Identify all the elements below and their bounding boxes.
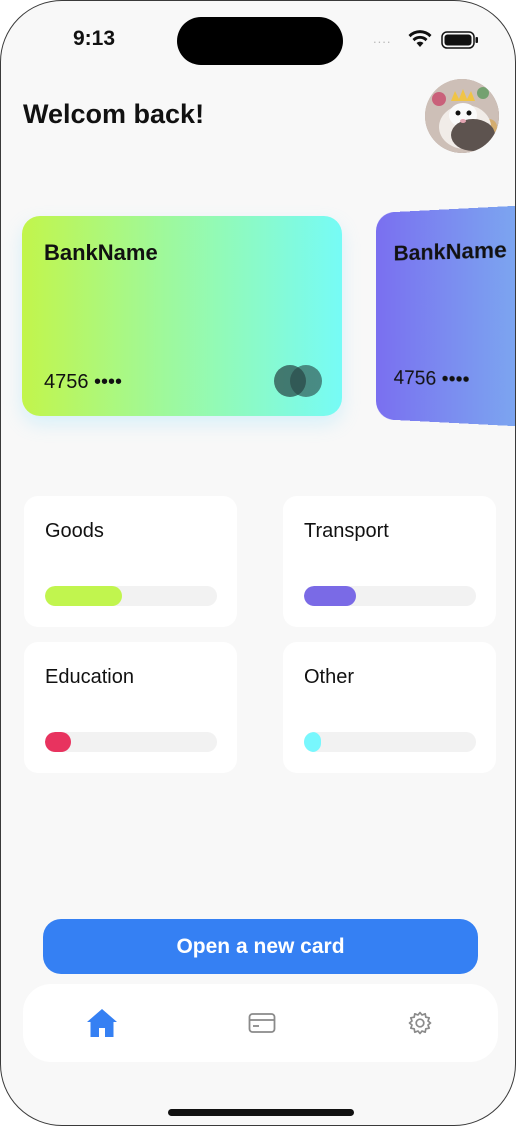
category-progress-track <box>304 586 476 606</box>
category-transport[interactable]: Transport <box>283 496 496 627</box>
category-progress-fill <box>304 732 322 752</box>
tab-bar <box>23 984 498 1062</box>
card-number: 4756 •••• <box>44 371 123 393</box>
bank-card-primary[interactable]: BankName 4756 •••• <box>22 216 342 416</box>
tab-cards[interactable] <box>244 1006 280 1040</box>
avatar-photo <box>425 79 499 153</box>
mastercard-logo-icon <box>274 365 322 397</box>
card-number: 4756 •••• <box>393 367 470 392</box>
card-bank-name: BankName <box>393 238 507 266</box>
category-progress-track <box>304 732 476 752</box>
category-progress-fill <box>45 586 123 606</box>
category-progress-track <box>45 586 217 606</box>
category-label: Transport <box>304 520 389 542</box>
wifi-icon <box>408 30 432 47</box>
category-label: Other <box>304 666 355 688</box>
dynamic-island <box>177 17 343 65</box>
card-icon <box>248 1013 276 1033</box>
bank-card-secondary[interactable]: BankName 4756 •••• <box>376 203 515 429</box>
tab-settings[interactable] <box>402 1006 438 1040</box>
avatar[interactable] <box>425 79 499 153</box>
category-progress-track <box>45 732 217 752</box>
home-icon <box>87 1009 117 1037</box>
category-progress-fill <box>304 586 356 606</box>
status-time: 9:13 <box>73 27 116 50</box>
phone-screen: 9:13 .... Welcom back! BankName 4756 •••… <box>0 0 516 1126</box>
category-label: Education <box>45 666 134 688</box>
category-education[interactable]: Education <box>24 642 237 773</box>
category-goods[interactable]: Goods <box>24 496 237 627</box>
home-indicator <box>168 1109 354 1116</box>
open-new-card-button[interactable]: Open a new card <box>43 919 478 974</box>
tab-home[interactable] <box>84 1006 120 1040</box>
signal-dots: .... <box>373 31 392 46</box>
category-other[interactable]: Other <box>283 642 496 773</box>
battery-icon <box>441 31 478 49</box>
card-bank-name: BankName <box>44 240 158 265</box>
page-title: Welcom back! <box>23 99 205 129</box>
gear-icon <box>408 1011 432 1035</box>
category-label: Goods <box>45 520 104 542</box>
category-progress-fill <box>45 732 71 752</box>
